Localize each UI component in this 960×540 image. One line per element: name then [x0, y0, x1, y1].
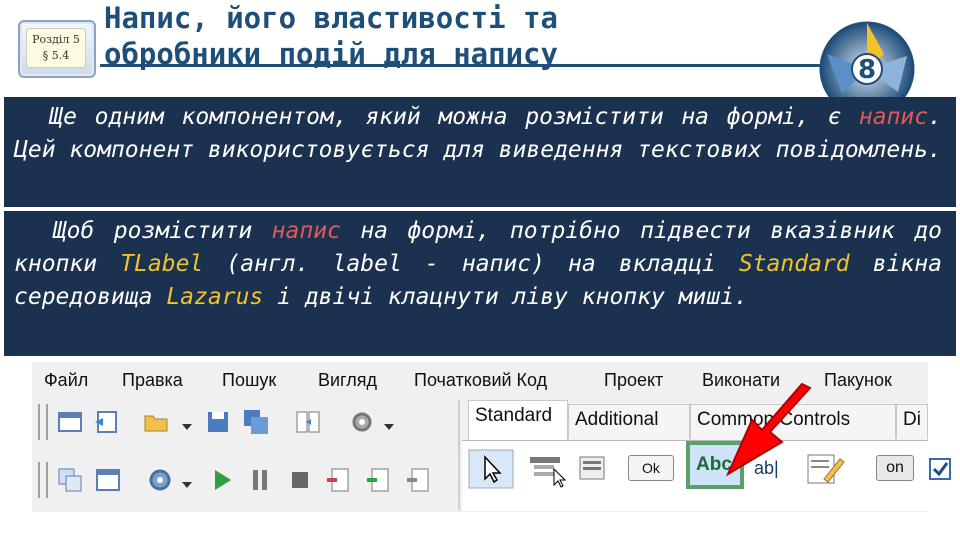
toolbar-grip-icon[interactable] [38, 462, 48, 498]
pointer-arrow-icon [725, 382, 812, 477]
menu-search[interactable]: Пошук [222, 370, 276, 391]
paragraph2-highlight: напис [271, 218, 341, 244]
paragraph2-text-3: (англ. label - напис) на вкладці [203, 251, 739, 277]
grade-number: 8 [858, 55, 876, 85]
keyword-lazarus: Lazarus [166, 284, 264, 310]
save-icon[interactable] [204, 408, 232, 436]
options-icon[interactable] [348, 408, 376, 436]
menu-file[interactable]: Файл [44, 370, 88, 391]
toolbar-row-1 [32, 400, 452, 444]
menu-edit[interactable]: Правка [122, 370, 183, 391]
new-unit-icon[interactable] [56, 408, 84, 436]
step-into-icon[interactable] [324, 466, 352, 494]
open-icon[interactable] [142, 408, 170, 436]
toolbar-grip-icon[interactable] [38, 404, 48, 440]
save-all-icon[interactable] [242, 408, 270, 436]
build-mode-icon[interactable] [146, 466, 174, 494]
toolbar-row-2 [32, 458, 452, 502]
view-forms-icon[interactable] [94, 466, 122, 494]
pointer-tool-icon[interactable] [468, 449, 514, 489]
section-badge: Розділ 5 § 5.4 [18, 20, 96, 78]
paragraph1-text: Ще одним компонентом, який можна розміст… [49, 104, 859, 130]
main-menu-component-icon[interactable] [524, 449, 570, 489]
tcheckbox-component-icon[interactable] [926, 449, 956, 489]
build-mode-dropdown-icon[interactable] [182, 482, 192, 488]
paragraph2-text-5: і двічі клацнути ліву кнопку миші. [263, 284, 748, 310]
ttogglebox-component[interactable]: on [876, 455, 914, 481]
view-units-icon[interactable] [56, 466, 84, 494]
stop-icon[interactable] [286, 466, 314, 494]
section-badge-paragraph: § 5.4 [42, 49, 70, 62]
menu-project[interactable]: Проект [604, 370, 663, 391]
options-dropdown-icon[interactable] [384, 424, 394, 430]
menu-source[interactable]: Початковий Код [414, 370, 547, 391]
run-icon[interactable] [208, 466, 236, 494]
section-badge-text: Розділ 5 § 5.4 [26, 28, 86, 68]
paragraph-box-2: Щоб розмістити напис на формі, потрібно … [4, 211, 956, 356]
header-divider [100, 64, 840, 67]
keyword-standard: Standard [738, 251, 850, 277]
step-out-icon[interactable] [404, 466, 432, 494]
grade-logo-icon: 8 [819, 21, 915, 100]
section-badge-chapter: Розділ 5 [32, 33, 80, 46]
slide-title-line1: Напис, його властивості та [104, 1, 558, 35]
panel-divider [458, 400, 460, 510]
tbutton-component[interactable]: Ok [628, 455, 674, 481]
tab-dialogs[interactable]: Di [896, 404, 928, 439]
component-palette: Ok Abc ab| on [462, 441, 951, 511]
menu-package[interactable]: Пакунок [824, 370, 892, 391]
popup-menu-component-icon[interactable] [574, 449, 620, 489]
step-over-icon[interactable] [364, 466, 392, 494]
slide-header: Розділ 5 § 5.4 Напис, його властивості т… [0, 0, 960, 100]
tab-standard[interactable]: Standard [468, 400, 568, 440]
paragraph-box-1: Ще одним компонентом, який можна розміст… [4, 97, 956, 207]
tab-additional[interactable]: Additional [568, 404, 690, 439]
keyword-tlabel: TLabel [120, 251, 204, 277]
paragraph2-text-1: Щоб розмістити [52, 218, 272, 244]
new-form-icon[interactable] [92, 408, 120, 436]
menu-view[interactable]: Вигляд [318, 370, 377, 391]
open-dropdown-icon[interactable] [182, 424, 192, 430]
component-palette-tabs: Standard Additional Common Controls Di [462, 400, 928, 441]
slide-title: Напис, його властивості та обробники под… [104, 0, 824, 72]
paragraph1-highlight: напис [858, 104, 929, 130]
pause-icon[interactable] [246, 466, 274, 494]
toggle-form-unit-icon[interactable] [294, 408, 322, 436]
